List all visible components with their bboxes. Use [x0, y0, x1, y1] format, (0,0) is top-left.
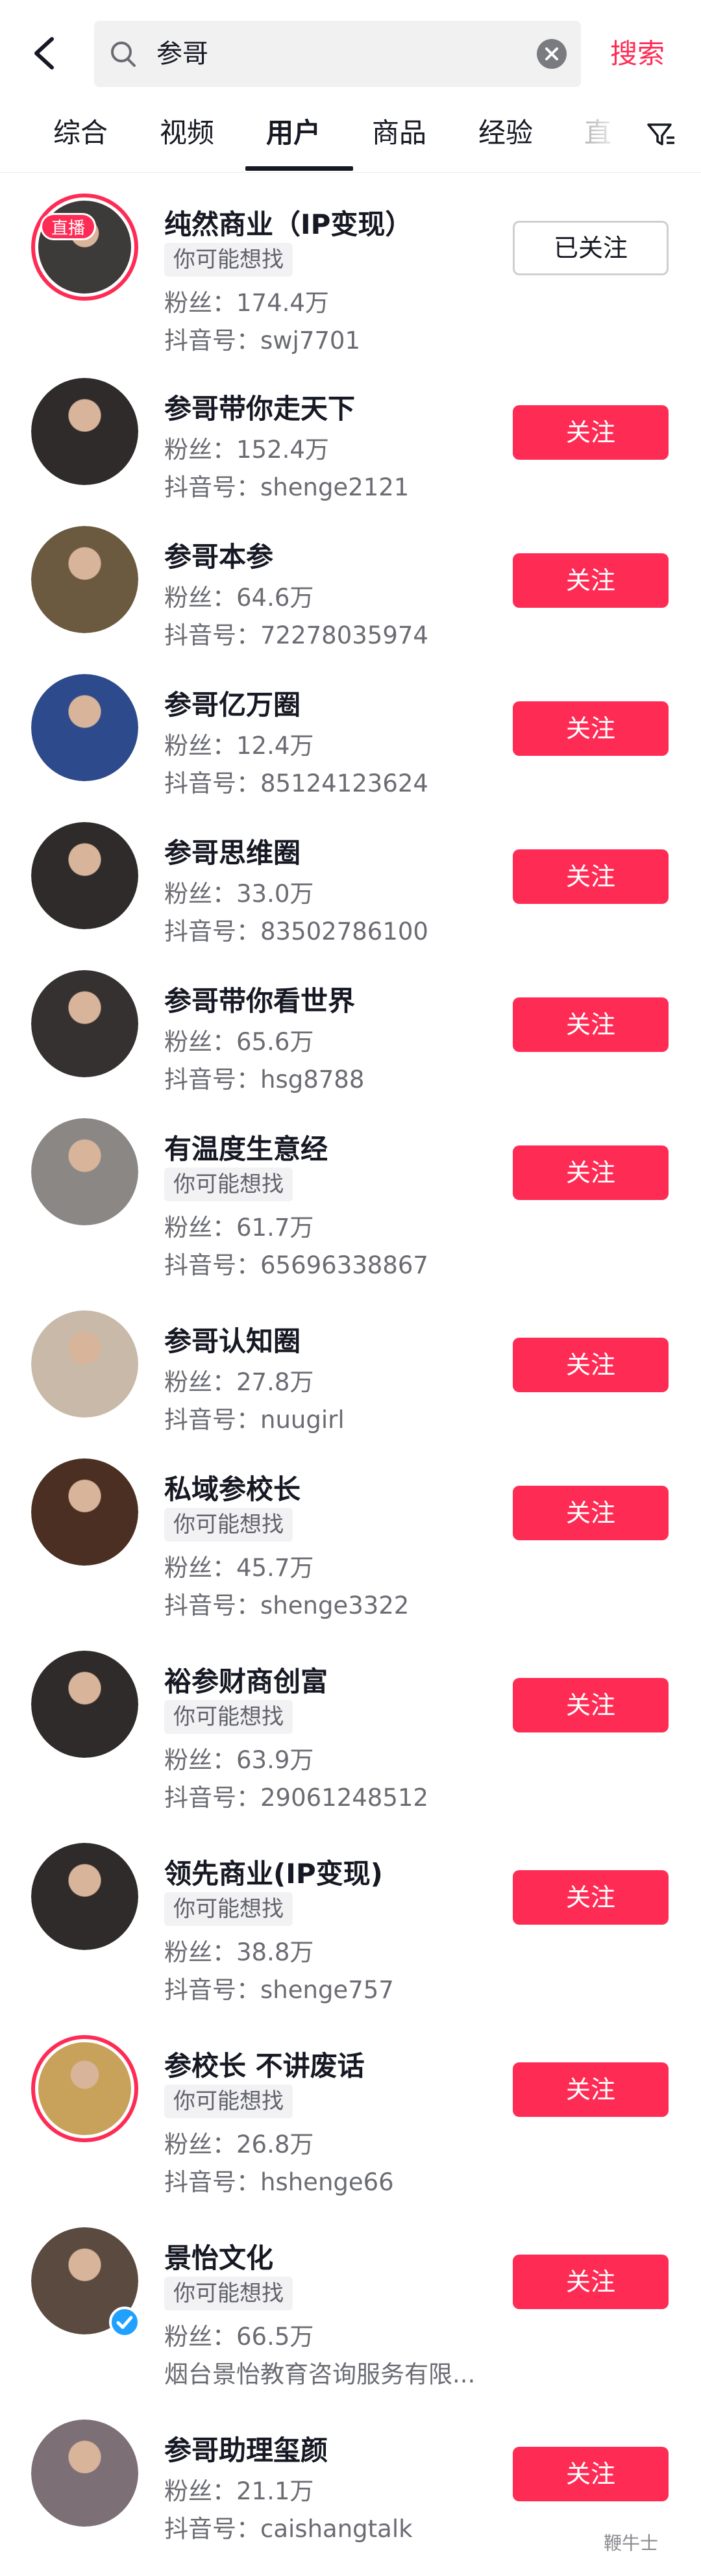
avatar[interactable] [31, 2035, 138, 2142]
avatar[interactable] [31, 526, 138, 633]
user-name[interactable]: 领先商业(IP变现) [164, 1852, 383, 1892]
user-name[interactable]: 参哥亿万圈 [164, 683, 301, 723]
tab-experience[interactable]: 经验 [478, 110, 533, 173]
user-name[interactable]: 景怡文化 [164, 2236, 273, 2276]
fans-count: 粉丝：174.4万 [164, 289, 329, 317]
suggestion-tag: 你可能想找 [164, 1508, 293, 1542]
douyin-id: 抖音号：hshenge66 [164, 2168, 394, 2196]
search-input[interactable] [156, 35, 520, 73]
search-button[interactable]: 搜索 [610, 36, 665, 72]
user-name[interactable]: 参哥带你走天下 [164, 387, 355, 427]
user-name[interactable]: 有温度生意经 [164, 1127, 328, 1167]
fans-count: 粉丝：152.4万 [164, 436, 329, 464]
avatar[interactable] [31, 1310, 138, 1418]
tab-products[interactable]: 商品 [372, 110, 426, 173]
follow-button[interactable]: 关注 [513, 1338, 669, 1392]
follow-button[interactable]: 关注 [513, 1870, 669, 1925]
tab-fade [584, 110, 643, 169]
douyin-id: 抖音号：swj7701 [164, 327, 360, 355]
avatar[interactable] [31, 1458, 138, 1566]
watermark: 鞭牛士 [604, 2532, 659, 2554]
avatar[interactable] [31, 822, 138, 929]
follow-button[interactable]: 关注 [513, 1678, 669, 1732]
follow-button[interactable]: 关注 [513, 701, 669, 756]
verified-icon [109, 2307, 140, 2338]
fans-count: 粉丝：66.5万 [164, 2323, 314, 2351]
filter-icon[interactable] [645, 118, 677, 151]
follow-button[interactable]: 关注 [513, 849, 669, 904]
fans-count: 粉丝：65.6万 [164, 1028, 314, 1056]
follow-button[interactable]: 关注 [513, 1145, 669, 1200]
douyin-id: 抖音号：72278035974 [164, 621, 428, 649]
douyin-id: 抖音号：shenge757 [164, 1976, 394, 2004]
user-name[interactable]: 裕参财商创富 [164, 1660, 328, 1699]
suggestion-tag: 你可能想找 [164, 2277, 293, 2310]
suggestion-tag: 你可能想找 [164, 243, 293, 277]
header: 搜索 [0, 0, 701, 110]
tab-bar: 综合 视频 用户 商品 经验 直 [0, 110, 701, 173]
fans-count: 粉丝：61.7万 [164, 1214, 314, 1242]
fans-count: 粉丝：33.0万 [164, 880, 314, 908]
suggestion-tag: 你可能想找 [164, 2084, 293, 2118]
suggestion-tag: 你可能想找 [164, 1168, 293, 1201]
user-name[interactable]: 参哥认知圈 [164, 1319, 301, 1359]
fans-count: 粉丝：64.6万 [164, 584, 314, 612]
follow-button[interactable]: 关注 [513, 997, 669, 1052]
avatar[interactable] [31, 1843, 138, 1950]
douyin-id: 抖音号：hsg8788 [164, 1066, 365, 1094]
clear-icon[interactable] [537, 39, 567, 69]
user-name[interactable]: 私域参校长 [164, 1468, 301, 1507]
tab-users[interactable]: 用户 [266, 110, 321, 173]
fans-count: 粉丝：63.9万 [164, 1746, 314, 1774]
avatar[interactable] [31, 194, 138, 301]
follow-button[interactable]: 关注 [513, 2255, 669, 2309]
avatar[interactable] [31, 2420, 138, 2527]
follow-button[interactable]: 关注 [513, 1486, 669, 1540]
douyin-id: 抖音号：shenge2121 [164, 473, 410, 501]
following-button[interactable]: 已关注 [513, 221, 669, 275]
tab-videos[interactable]: 视频 [160, 110, 214, 173]
avatar[interactable] [31, 378, 138, 485]
douyin-id: 抖音号：caishangtalk [164, 2515, 413, 2543]
follow-button[interactable]: 关注 [513, 553, 669, 608]
suggestion-tag: 你可能想找 [164, 1892, 293, 1926]
douyin-id: 抖音号：shenge3322 [164, 1592, 410, 1619]
douyin-id: 烟台景怡教育咨询服务有限... [164, 2360, 476, 2388]
user-name[interactable]: 参哥助理玺颜 [164, 2429, 328, 2468]
avatar[interactable] [31, 970, 138, 1077]
fans-count: 粉丝：27.8万 [164, 1368, 314, 1396]
search-icon [111, 42, 136, 67]
user-name[interactable]: 参哥带你看世界 [164, 979, 355, 1019]
back-arrow-icon[interactable] [26, 34, 65, 73]
avatar[interactable] [31, 1118, 138, 1225]
fans-count: 粉丝：12.4万 [164, 732, 314, 760]
user-name[interactable]: 参哥本参 [164, 535, 273, 575]
user-name[interactable]: 参校长 不讲废话 [164, 2044, 365, 2084]
follow-button[interactable]: 关注 [513, 405, 669, 460]
active-tab-indicator [245, 166, 353, 171]
suggestion-tag: 你可能想找 [164, 1700, 293, 1734]
fans-count: 粉丝：38.8万 [164, 1938, 314, 1966]
fans-count: 粉丝：26.8万 [164, 2131, 314, 2158]
live-badge: 直播 [40, 213, 96, 240]
search-box[interactable] [94, 21, 581, 87]
douyin-id: 抖音号：83502786100 [164, 918, 428, 945]
douyin-id: 抖音号：85124123624 [164, 769, 428, 797]
avatar[interactable] [31, 674, 138, 781]
user-name[interactable]: 纯然商业（IP变现） [164, 203, 412, 242]
douyin-id: 抖音号：nuugirl [164, 1406, 345, 1434]
douyin-id: 抖音号：65696338867 [164, 1251, 428, 1279]
fans-count: 粉丝：45.7万 [164, 1554, 314, 1582]
user-name[interactable]: 参哥思维圈 [164, 831, 301, 871]
follow-button[interactable]: 关注 [513, 2062, 669, 2117]
tab-all[interactable]: 综合 [53, 110, 108, 173]
avatar[interactable] [31, 1651, 138, 1758]
douyin-id: 抖音号：29061248512 [164, 1784, 428, 1812]
follow-button[interactable]: 关注 [513, 2447, 669, 2501]
fans-count: 粉丝：21.1万 [164, 2477, 314, 2505]
